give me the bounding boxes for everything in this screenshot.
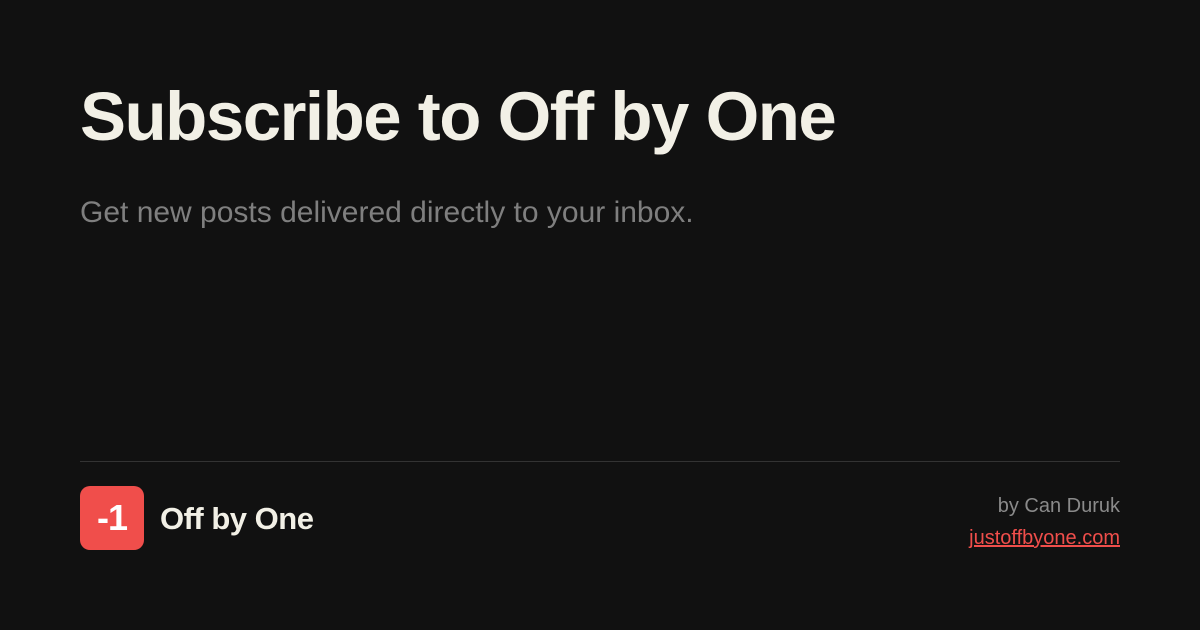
brand-name: Off by One [160, 501, 314, 536]
og-card: Subscribe to Off by One Get new posts de… [0, 0, 1200, 630]
logo-text: -1 [96, 497, 128, 538]
site-link[interactable]: justoffbyone.com [969, 526, 1120, 550]
logo-badge: -1 [80, 486, 144, 550]
divider [80, 461, 1120, 462]
page-title: Subscribe to Off by One [80, 78, 837, 155]
page-subtitle: Get new posts delivered directly to your… [80, 196, 694, 229]
author-byline: by Can Duruk [997, 495, 1120, 517]
